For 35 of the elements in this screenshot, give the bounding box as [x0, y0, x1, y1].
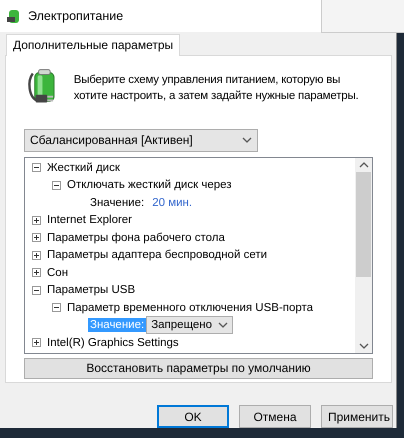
window-title: Электропитание [28, 8, 124, 23]
expand-icon[interactable] [32, 233, 41, 242]
tree-item[interactable]: Параметр временного отключения USB-порта [67, 302, 314, 314]
expand-icon[interactable] [32, 216, 41, 225]
value-text: 20 мин. [152, 196, 192, 209]
tree-item[interactable]: Intel(R) Graphics Settings [47, 336, 179, 349]
value-dropdown[interactable]: Запрещено [146, 316, 234, 334]
collapse-icon[interactable] [32, 163, 41, 172]
expand-icon[interactable] [32, 338, 41, 348]
dialog-button[interactable]: Применить [321, 405, 393, 428]
restore-defaults-button[interactable]: Восстановить параметры по умолчанию [24, 358, 373, 379]
collapse-icon[interactable] [52, 303, 61, 312]
collapse-icon[interactable] [32, 286, 41, 295]
chevron-down-icon [358, 342, 368, 349]
tree-item[interactable]: Параметры фона рабочего стола [47, 232, 225, 244]
tree-item[interactable]: Сон [47, 266, 68, 279]
tree-item[interactable]: Параметры адаптера беспроводной сети [47, 249, 268, 262]
scrollbar[interactable] [355, 158, 372, 353]
dialog-button[interactable]: OK [157, 405, 229, 428]
chevron-down-icon [242, 137, 252, 144]
expand-icon[interactable] [32, 268, 41, 278]
dialog-button[interactable]: Отмена [239, 405, 311, 428]
collapse-icon[interactable] [52, 180, 61, 190]
plan-dropdown[interactable]: Сбалансированная [Активен] [24, 128, 258, 152]
tree-item[interactable]: Жесткий диск [47, 162, 120, 174]
tab[interactable]: Дополнительные параметры [6, 34, 180, 56]
tree-item[interactable]: Internet Explorer [47, 214, 132, 226]
scroll-up-icon [358, 162, 368, 168]
app-icon [6, 8, 22, 24]
tree-item[interactable]: Отключать жесткий диск через [67, 179, 232, 192]
tree-item[interactable]: Параметры USB [47, 284, 136, 296]
value-label[interactable]: Значение: [88, 196, 146, 210]
expand-icon[interactable] [32, 250, 41, 260]
chevron-down-icon [218, 322, 228, 328]
intro-text: Выберите схему управления питанием, которую вы хотите настроить, а затем задайте нужные параметры. [74, 72, 360, 104]
